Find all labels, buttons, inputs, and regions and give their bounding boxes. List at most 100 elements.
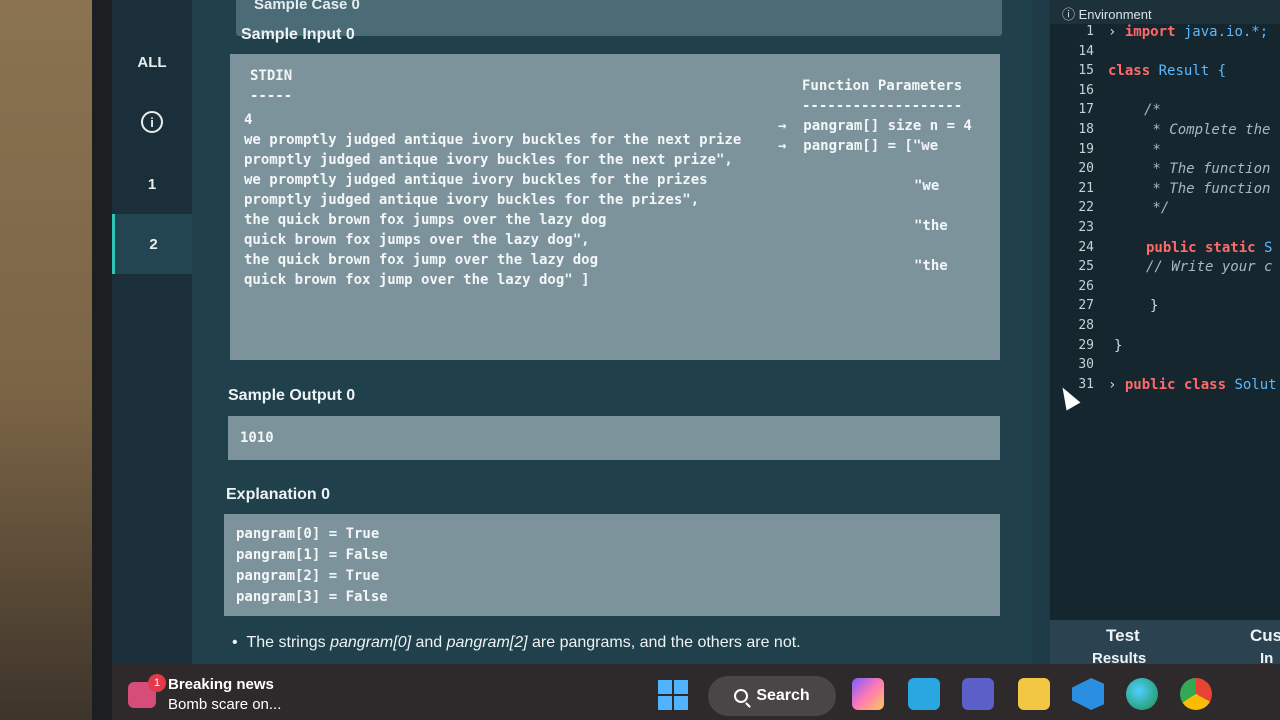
taskbar-search-button[interactable]: Search: [708, 676, 836, 716]
rail-item-all[interactable]: ALL: [112, 32, 192, 92]
line-number: 22: [1078, 200, 1094, 216]
explanation-line: pangram[1] = False: [236, 545, 988, 566]
param-line: → pangram[] size n = 4: [778, 118, 972, 134]
monitor-app-icon[interactable]: [908, 678, 940, 710]
stdin-line: quick brown fox jump over the lazy dog" …: [244, 272, 590, 288]
line-number: 19: [1078, 141, 1094, 157]
line-number: 27: [1078, 298, 1094, 314]
code-line: /*: [1144, 102, 1161, 119]
sample-output-box: 1010: [228, 416, 1000, 460]
chrome-icon[interactable]: [1180, 678, 1212, 710]
code-token: public class: [1124, 376, 1227, 393]
explanation-text: pangram[2] = True: [236, 568, 380, 584]
sample-output-value: 1010: [240, 430, 274, 446]
code-line: // Write your c: [1146, 259, 1273, 276]
param-line: → pangram[] = ["we: [778, 138, 939, 154]
explanation-line: pangram[2] = True: [236, 566, 988, 587]
code-editor: ⓘ Environment 1 14 15 16 17 18 19 20 21 …: [1050, 0, 1280, 664]
custom-input-tab[interactable]: Cus: [1250, 626, 1280, 646]
line-number-gutter: 1 14 15 16 17 18 19 20 21 22 23 24 25 26…: [1050, 24, 1100, 396]
bullet-code: pangram[2]: [446, 634, 528, 651]
problem-panel: Sample Case 0 Sample Input 0 STDIN -----…: [192, 0, 1120, 664]
environment-tab[interactable]: ⓘ Environment: [1050, 0, 1280, 24]
line-number: 25: [1078, 259, 1094, 275]
news-widget[interactable]: 1 Breaking news Bomb scare on...: [128, 674, 308, 714]
info-icon: ⓘ: [1062, 7, 1079, 22]
windows-start-icon[interactable]: [658, 680, 688, 710]
explanation-bullet: • The strings pangram[0] and pangram[2] …: [232, 634, 801, 652]
line-number: 28: [1078, 317, 1094, 333]
custom-input-tab-label: In: [1260, 650, 1274, 664]
environment-tab-label: Environment: [1078, 7, 1152, 22]
bullet-text: are pangrams, and the others are not.: [527, 634, 801, 651]
rail-item-info[interactable]: i: [112, 92, 192, 152]
line-number: 21: [1078, 180, 1094, 196]
test-results-tab[interactable]: Test: [1106, 626, 1140, 646]
explanation-line: pangram[0] = True: [236, 524, 988, 545]
explanation-box: pangram[0] = True pangram[1] = False pan…: [224, 514, 1000, 616]
code-line: class Result {: [1108, 63, 1280, 83]
code-line: * Complete the: [1144, 121, 1271, 138]
news-subtitle: Bomb scare on...: [168, 696, 282, 713]
code-line: public static S: [1108, 240, 1280, 260]
line-number: 16: [1078, 82, 1094, 98]
fold-chevron-icon[interactable]: ›: [1108, 24, 1125, 40]
vscode-icon[interactable]: [1072, 678, 1104, 710]
screen: ALL i 1 2 Sample Case 0 Sample Input 0 S…: [112, 0, 1280, 664]
line-number: 15: [1078, 63, 1094, 79]
taskbar: 1 Breaking news Bomb scare on... Search: [112, 664, 1280, 720]
line-number: 29: [1078, 337, 1094, 353]
function-params-label: Function Parameters: [802, 78, 963, 94]
explanation-text: pangram[1] = False: [236, 547, 388, 563]
code-line: * The function: [1144, 161, 1271, 178]
line-number: 26: [1078, 278, 1094, 294]
explanation-line: pangram[3] = False: [236, 587, 988, 608]
sample-output-heading: Sample Output 0: [228, 387, 356, 404]
stdin-line: quick brown fox jumps over the lazy dog"…: [244, 232, 590, 248]
code-area[interactable]: › import java.io.*; class Result { /* * …: [1108, 24, 1280, 396]
line-number: 14: [1078, 43, 1094, 59]
copilot-icon[interactable]: [852, 678, 884, 710]
search-icon: [734, 689, 749, 703]
params-list: → pangram[] size n = 4 → pangram[] = ["w…: [778, 116, 972, 156]
bullet-text: and: [411, 634, 447, 651]
stdin-line: we promptly judged antique ivory buckles…: [244, 172, 708, 188]
editor-bottom-bar: Test Results Cus In: [1050, 620, 1280, 664]
sample-input-box: STDIN ----- 4 we promptly judged antique…: [230, 54, 1000, 360]
background-wall: [0, 0, 100, 720]
bullet-code: pangram[0]: [330, 634, 412, 651]
line-number: 1: [1086, 24, 1094, 39]
explanation-heading: Explanation 0: [226, 486, 331, 503]
rail-item-case-1[interactable]: 1: [112, 154, 192, 214]
code-token: java.io.*;: [1175, 24, 1269, 40]
code-token: S: [1255, 239, 1273, 256]
code-token: public static: [1146, 239, 1256, 256]
stdin-line: promptly judged antique ivory buckles fo…: [244, 192, 700, 208]
code-token: import: [1124, 24, 1176, 40]
line-number: 24: [1078, 239, 1094, 255]
rail-item-case-2-label: 2: [149, 235, 158, 253]
sample-case-title: Sample Case 0: [254, 0, 360, 13]
code-line: › import java.io.*;: [1108, 24, 1280, 44]
param-fragment: "the: [914, 258, 948, 274]
test-results-tab-label: Results: [1092, 650, 1147, 664]
code-line: › public class Solut: [1108, 377, 1280, 397]
code-token: class: [1108, 63, 1151, 80]
teams-icon[interactable]: [962, 678, 994, 710]
rail-item-case-2[interactable]: 2: [112, 214, 192, 274]
file-explorer-icon[interactable]: [1018, 678, 1050, 710]
line-number: 17: [1078, 102, 1094, 118]
stdin-line: the quick brown fox jumps over the lazy …: [244, 212, 607, 228]
function-params-rule: -------------------: [802, 98, 963, 114]
explanation-text: pangram[3] = False: [236, 589, 388, 605]
test-case-rail: ALL i 1 2: [112, 0, 192, 664]
notification-badge: 1: [148, 674, 166, 692]
code-line: }: [1114, 337, 1123, 354]
news-title: Breaking news: [168, 676, 274, 693]
fold-chevron-icon[interactable]: ›: [1108, 377, 1125, 393]
line-number: 18: [1078, 121, 1094, 137]
line-number: 20: [1078, 161, 1094, 177]
edge-icon[interactable]: [1126, 678, 1158, 710]
line-number: 30: [1078, 357, 1094, 373]
